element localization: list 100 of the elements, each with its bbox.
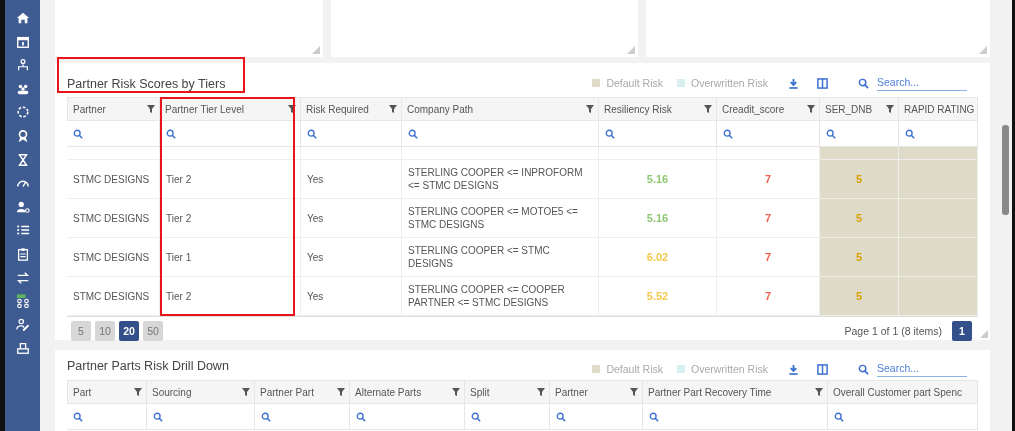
search-field[interactable]: Search... — [877, 361, 967, 377]
table-cell: 5 — [820, 160, 899, 199]
table-cell: 5 — [820, 238, 899, 277]
table-cell: STERLING COOPER <= COOPER PARTNER <= STMC DESIGNS — [402, 277, 599, 316]
table-cell: STERLING COOPER <= INPROFORM <= STMC DESIGNS — [402, 160, 599, 199]
table-cell: 5 — [820, 199, 899, 238]
org-chart-icon[interactable] — [15, 58, 30, 73]
filter-icon[interactable] — [389, 105, 397, 113]
column-header[interactable]: Alternate Parts — [350, 380, 465, 404]
table-cell: 5.52 — [599, 277, 717, 316]
column-header[interactable]: Overall Customer part Spenc — [828, 380, 978, 404]
column-header[interactable]: Partner — [550, 380, 643, 404]
search-icon[interactable] — [858, 363, 869, 375]
filter-icon[interactable] — [337, 388, 345, 396]
legend-label: Default Risk — [606, 363, 663, 375]
circle-icon[interactable] — [15, 105, 30, 120]
search-icon[interactable] — [723, 128, 733, 139]
column-header[interactable]: Partner Part — [255, 380, 350, 404]
columns-icon[interactable] — [817, 363, 828, 375]
column-header[interactable]: RAPID RATING — [899, 97, 978, 121]
search-icon[interactable] — [153, 411, 163, 422]
search-icon[interactable] — [826, 128, 836, 139]
columns-icon[interactable] — [817, 77, 828, 89]
column-header[interactable]: Risk Required — [301, 97, 402, 121]
table-cell: STMC DESIGNS — [67, 199, 160, 238]
download-icon[interactable] — [788, 363, 799, 375]
filter-icon[interactable] — [147, 105, 155, 113]
resize-handle-icon[interactable] — [627, 46, 635, 54]
search-icon[interactable] — [649, 411, 659, 422]
filter-icon[interactable] — [537, 388, 545, 396]
legend-label: Overwritten Risk — [691, 77, 768, 89]
filter-icon[interactable] — [242, 388, 250, 396]
filter-icon[interactable] — [630, 388, 638, 396]
search-icon[interactable] — [261, 411, 271, 422]
table-cell: Yes — [301, 160, 402, 199]
resize-handle-icon[interactable] — [980, 330, 988, 338]
column-header[interactable]: Resiliency Risk — [599, 97, 717, 121]
table-cell: STMC DESIGNS — [67, 160, 160, 199]
column-header[interactable]: Partner — [67, 97, 160, 121]
search-icon[interactable] — [605, 128, 615, 139]
search-icon[interactable] — [858, 77, 869, 89]
tray-icon[interactable] — [15, 341, 30, 356]
table-cell: STERLING COOPER <= MOTOE5 <= STMC DESIGNS — [402, 199, 599, 238]
search-icon[interactable] — [307, 128, 317, 139]
column-header[interactable]: Split — [465, 380, 550, 404]
home-icon[interactable] — [15, 11, 30, 25]
page-size-button[interactable]: 20 — [119, 321, 139, 341]
page-info: Page 1 of 1 (8 items) — [844, 325, 942, 337]
clipboard-icon[interactable] — [15, 246, 30, 261]
table-cell: Yes — [301, 277, 402, 316]
user-edit-icon[interactable] — [15, 317, 30, 332]
table-cell: Yes — [301, 238, 402, 277]
table-cell: 6.02 — [599, 238, 717, 277]
scrollbar-thumb[interactable] — [1002, 125, 1009, 215]
column-header[interactable]: Company Path — [402, 97, 599, 121]
page-button[interactable]: 1 — [952, 321, 972, 341]
table-cell: Tier 2 — [160, 277, 301, 316]
legend-label: Default Risk — [606, 77, 663, 89]
search-icon[interactable] — [73, 128, 83, 139]
filter-icon[interactable] — [704, 105, 712, 113]
network-icon[interactable] — [15, 294, 30, 309]
resize-handle-icon[interactable] — [979, 46, 987, 54]
panel-title: Partner Risk Scores by Tiers — [67, 77, 226, 91]
search-icon[interactable] — [834, 411, 844, 422]
filter-icon[interactable] — [815, 388, 823, 396]
column-header[interactable]: Creadit_score — [717, 97, 820, 121]
search-icon[interactable] — [408, 128, 418, 139]
panel-title: Partner Parts Risk Drill Down — [67, 359, 229, 373]
filter-icon[interactable] — [288, 105, 296, 113]
search-field[interactable]: Search... — [877, 75, 967, 91]
search-icon[interactable] — [905, 128, 915, 139]
download-icon[interactable] — [788, 77, 799, 89]
filter-icon[interactable] — [452, 388, 460, 396]
table-cell: STMC DESIGNS — [67, 277, 160, 316]
user-settings-icon[interactable] — [15, 199, 30, 214]
table-cell: Tier 2 — [160, 199, 301, 238]
table-cell: STERLING COOPER <= STMC DESIGNS — [402, 238, 599, 277]
table-cell: 5.16 — [599, 160, 717, 199]
search-icon[interactable] — [471, 411, 481, 422]
search-icon[interactable] — [356, 411, 366, 422]
transfer-icon[interactable] — [15, 270, 30, 285]
calendar-icon[interactable] — [15, 34, 30, 49]
search-icon[interactable] — [73, 411, 83, 422]
column-header[interactable]: Sourcing — [147, 380, 255, 404]
column-header[interactable]: Part — [67, 380, 147, 404]
filter-icon[interactable] — [886, 105, 894, 113]
filter-icon[interactable] — [134, 388, 142, 396]
filter-icon[interactable] — [807, 105, 815, 113]
table-cell: Tier 1 — [160, 238, 301, 277]
table-cell: Tier 2 — [160, 160, 301, 199]
resize-handle-icon[interactable] — [312, 46, 320, 54]
column-header[interactable]: Partner Part Recovery Time — [643, 380, 828, 404]
table-cell: Yes — [301, 199, 402, 238]
search-icon[interactable] — [556, 411, 566, 422]
legend-label: Overwritten Risk — [691, 363, 768, 375]
table-cell: 5 — [820, 277, 899, 316]
search-icon[interactable] — [166, 128, 176, 139]
column-header[interactable]: SER_DNB — [820, 97, 899, 121]
filter-icon[interactable] — [586, 105, 594, 113]
table-cell: STMC DESIGNS — [67, 238, 160, 277]
